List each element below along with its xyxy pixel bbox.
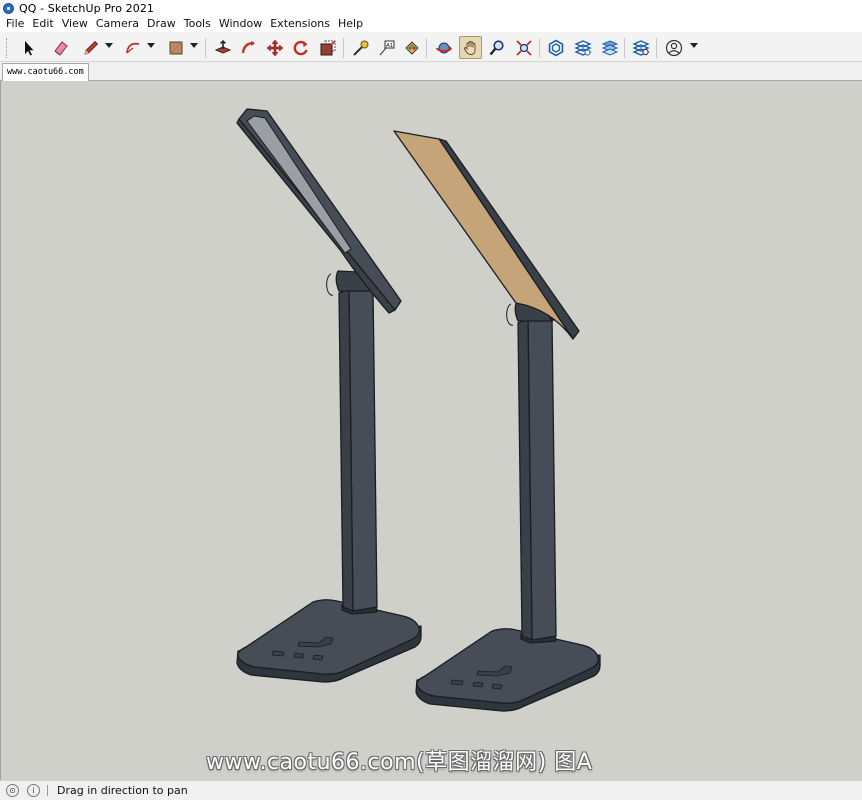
menu-draw[interactable]: Draw <box>143 16 180 32</box>
menu-file[interactable]: File <box>2 16 28 32</box>
extension-manager-icon <box>631 39 650 56</box>
toolbar-grip[interactable] <box>6 38 9 58</box>
desk-lamp-left <box>236 108 422 683</box>
select-icon <box>24 40 33 55</box>
tape-measure-icon <box>352 40 368 56</box>
rotate-tool-button[interactable] <box>289 36 312 59</box>
scene-tab[interactable]: www.caotu66.com <box>2 63 89 81</box>
menu-tools[interactable]: Tools <box>180 16 215 32</box>
profile-dropdown[interactable] <box>690 43 698 48</box>
eraser-icon <box>53 40 68 56</box>
info-icon[interactable]: i <box>27 784 40 797</box>
extension-manager-button[interactable] <box>629 36 652 59</box>
line-tool-button[interactable] <box>79 36 102 59</box>
push-pull-tool-button[interactable] <box>211 36 234 59</box>
svg-text:A1: A1 <box>386 43 393 49</box>
menu-extensions[interactable]: Extensions <box>266 16 334 32</box>
orbit-tool-button[interactable] <box>432 36 455 59</box>
profile-icon <box>665 39 682 56</box>
rotate-icon <box>293 40 308 55</box>
push-pull-icon <box>214 39 231 54</box>
line-tool-dropdown[interactable] <box>105 43 113 48</box>
pan-tool-button[interactable] <box>459 36 482 59</box>
scene-tab-bar: www.caotu66.com <box>0 62 862 81</box>
rectangle-icon <box>169 41 182 54</box>
paint-bucket-icon <box>404 40 419 55</box>
text-tool-button[interactable]: A1 <box>375 36 398 59</box>
shape-tool-dropdown[interactable] <box>190 43 198 48</box>
model-scene <box>236 108 601 712</box>
paint-bucket-tool-button[interactable] <box>400 36 423 59</box>
zoom-icon <box>489 39 504 55</box>
zoom-extents-tool-button[interactable] <box>512 36 535 59</box>
menu-edit[interactable]: Edit <box>28 16 57 32</box>
extension-warehouse-button[interactable] <box>571 36 594 59</box>
tape-measure-tool-button[interactable] <box>349 36 372 59</box>
status-message: Drag in direction to pan <box>57 784 188 797</box>
layout-icon <box>601 39 618 56</box>
desk-lamp-right <box>393 130 601 712</box>
eraser-tool-button[interactable] <box>49 36 72 59</box>
pan-icon <box>463 40 475 55</box>
text-icon: A1 <box>379 40 394 55</box>
menu-window[interactable]: Window <box>215 16 266 32</box>
menu-camera[interactable]: Camera <box>92 16 143 32</box>
status-bar: ⊙ i Drag in direction to pan <box>0 780 862 800</box>
watermark-text: www.caotu66.com(草图溜溜网) 图A <box>206 750 593 775</box>
window-title: QQ - SketchUp Pro 2021 <box>19 1 155 15</box>
layout-button[interactable] <box>598 36 621 59</box>
pencil-line-icon <box>83 40 98 55</box>
main-toolbar: A1 <box>0 32 862 62</box>
select-tool-button[interactable] <box>17 36 40 59</box>
zoom-tool-button[interactable] <box>485 36 508 59</box>
orbit-icon <box>435 42 452 53</box>
follow-me-tool-button[interactable] <box>237 36 260 59</box>
sketchup-app-icon <box>3 2 14 14</box>
menu-bar: File Edit View Camera Draw Tools Window … <box>0 16 862 32</box>
menu-view[interactable]: View <box>58 16 92 32</box>
title-bar: QQ - SketchUp Pro 2021 <box>0 0 862 16</box>
warehouse-icon <box>548 39 563 56</box>
arc-icon <box>125 42 139 53</box>
move-tool-button[interactable] <box>263 36 286 59</box>
arc-tool-button[interactable] <box>121 36 144 59</box>
profile-button[interactable] <box>662 36 685 59</box>
model-viewport[interactable]: www.caotu66.com(草图溜溜网) 图A <box>0 81 862 780</box>
rectangle-tool-button[interactable] <box>164 36 187 59</box>
3d-warehouse-button[interactable] <box>544 36 567 59</box>
arc-tool-dropdown[interactable] <box>147 43 155 48</box>
follow-me-icon <box>241 40 255 53</box>
menu-help[interactable]: Help <box>334 16 367 32</box>
scale-icon <box>320 39 336 55</box>
zoom-extents-icon <box>515 39 532 56</box>
scale-tool-button[interactable] <box>316 36 339 59</box>
move-icon <box>266 39 283 56</box>
geo-location-icon[interactable]: ⊙ <box>6 784 19 797</box>
extension-warehouse-icon <box>573 39 592 56</box>
